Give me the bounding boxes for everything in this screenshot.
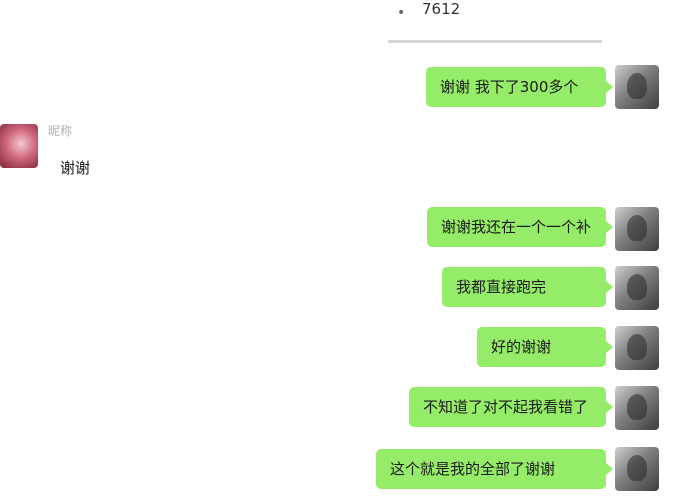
message-bubble-self[interactable]: 谢谢我还在一个一个补 — [427, 207, 613, 247]
self-avatar[interactable] — [615, 266, 659, 310]
message-bubble-self[interactable]: 不知道了对不起我看错了 — [409, 387, 613, 427]
other-user-avatar[interactable] — [0, 124, 38, 168]
self-avatar[interactable] — [615, 65, 659, 109]
quoted-message-card[interactable]: • 7612 — [388, 0, 602, 43]
self-avatar[interactable] — [615, 386, 659, 430]
self-avatar[interactable] — [615, 207, 659, 251]
quoted-message-text: 7612 — [422, 0, 461, 18]
message-bubble-self[interactable]: 好的谢谢 — [477, 327, 613, 367]
message-bubble-self[interactable]: 谢谢 我下了300多个 — [426, 67, 613, 107]
sender-name: 昵称 — [48, 124, 73, 138]
message-bubble-other[interactable]: 谢谢 — [48, 148, 103, 188]
message-bubble-self[interactable]: 这个就是我的全部了谢谢 — [376, 449, 613, 489]
quote-dot-icon: • — [397, 5, 406, 21]
message-bubble-self[interactable]: 我都直接跑完 — [442, 267, 613, 307]
self-avatar[interactable] — [615, 326, 659, 370]
self-avatar[interactable] — [615, 447, 659, 491]
